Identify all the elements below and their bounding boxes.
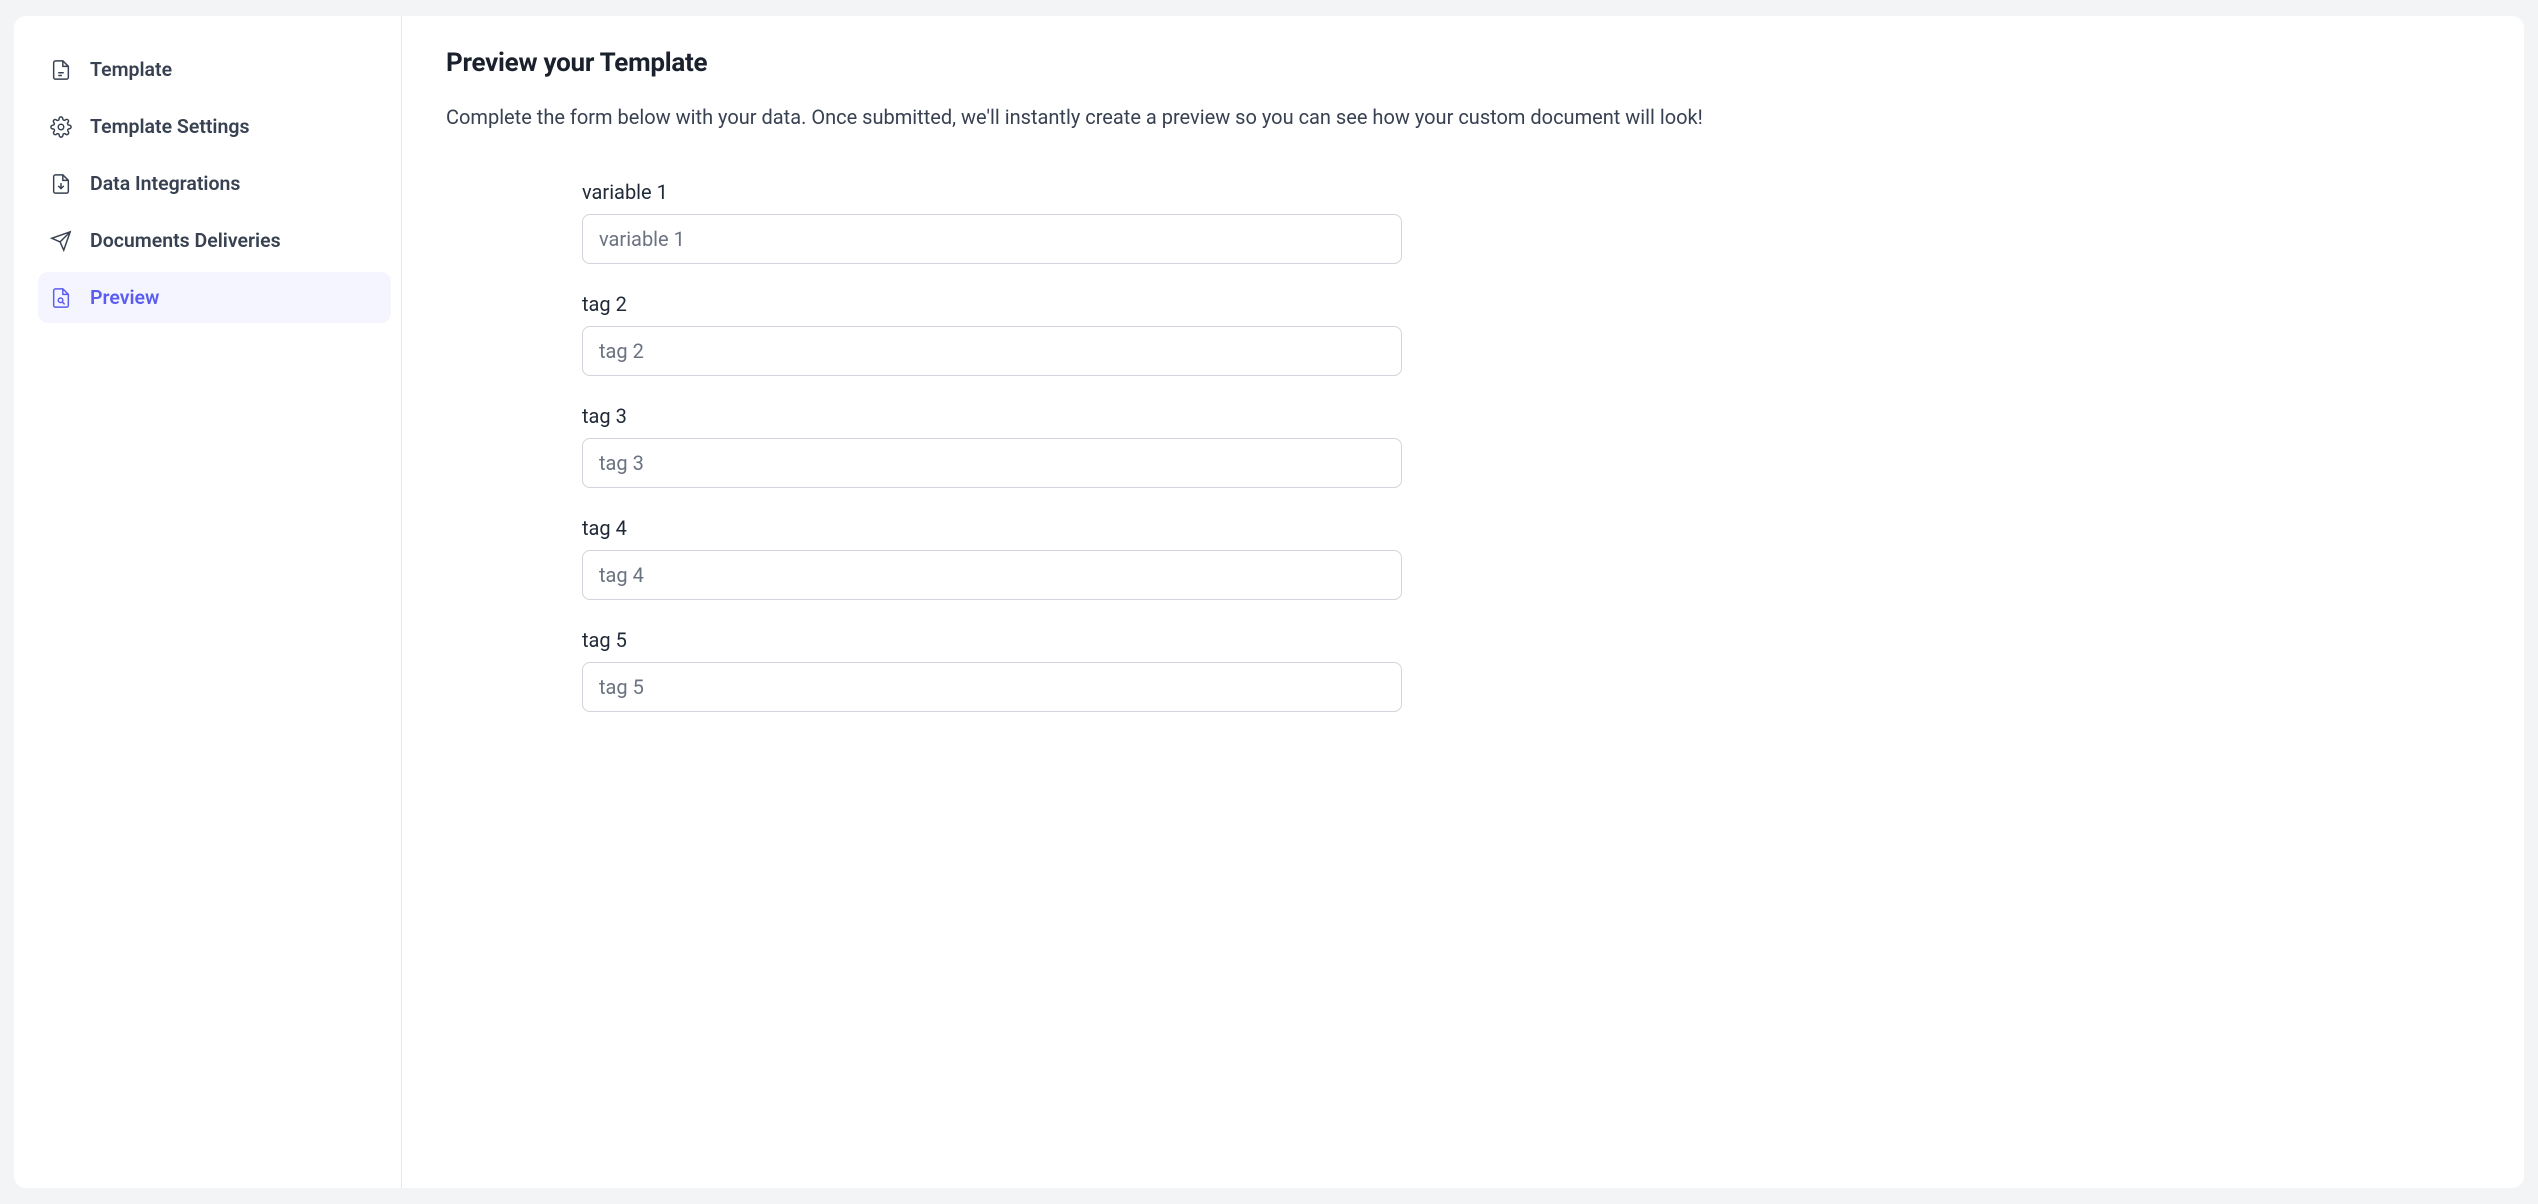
variable-1-input[interactable] xyxy=(582,214,1402,264)
sidebar-item-label: Template Settings xyxy=(90,115,250,138)
tag-3-input[interactable] xyxy=(582,438,1402,488)
tag-2-input[interactable] xyxy=(582,326,1402,376)
form-group-tag-2: tag 2 xyxy=(582,292,1402,376)
form-group-tag-3: tag 3 xyxy=(582,404,1402,488)
document-icon xyxy=(50,59,72,81)
search-doc-icon xyxy=(50,287,72,309)
sidebar-item-data-integrations[interactable]: Data Integrations xyxy=(38,158,391,209)
sidebar-item-template[interactable]: Template xyxy=(38,44,391,95)
main-content: Preview your Template Complete the form … xyxy=(402,16,2524,1188)
tag-4-input[interactable] xyxy=(582,550,1402,600)
sidebar-item-template-settings[interactable]: Template Settings xyxy=(38,101,391,152)
download-doc-icon xyxy=(50,173,72,195)
sidebar-item-preview[interactable]: Preview xyxy=(38,272,391,323)
sidebar-item-documents-deliveries[interactable]: Documents Deliveries xyxy=(38,215,391,266)
send-icon xyxy=(50,230,72,252)
form-label: tag 5 xyxy=(582,628,1402,652)
page-title: Preview your Template xyxy=(446,48,2480,78)
sidebar-item-label: Preview xyxy=(90,286,159,309)
form-group-tag-5: tag 5 xyxy=(582,628,1402,712)
page-description: Complete the form below with your data. … xyxy=(446,102,2480,132)
sidebar-item-label: Data Integrations xyxy=(90,172,240,195)
preview-form: variable 1 tag 2 tag 3 tag 4 tag 5 xyxy=(582,180,1402,712)
form-label: variable 1 xyxy=(582,180,1402,204)
form-label: tag 4 xyxy=(582,516,1402,540)
form-group-variable-1: variable 1 xyxy=(582,180,1402,264)
app-container: Template Template Settings Data Integrat… xyxy=(14,16,2524,1188)
form-group-tag-4: tag 4 xyxy=(582,516,1402,600)
sidebar-item-label: Template xyxy=(90,58,172,81)
sidebar-item-label: Documents Deliveries xyxy=(90,229,281,252)
form-label: tag 3 xyxy=(582,404,1402,428)
tag-5-input[interactable] xyxy=(582,662,1402,712)
gear-icon xyxy=(50,116,72,138)
form-label: tag 2 xyxy=(582,292,1402,316)
sidebar: Template Template Settings Data Integrat… xyxy=(14,16,402,1188)
